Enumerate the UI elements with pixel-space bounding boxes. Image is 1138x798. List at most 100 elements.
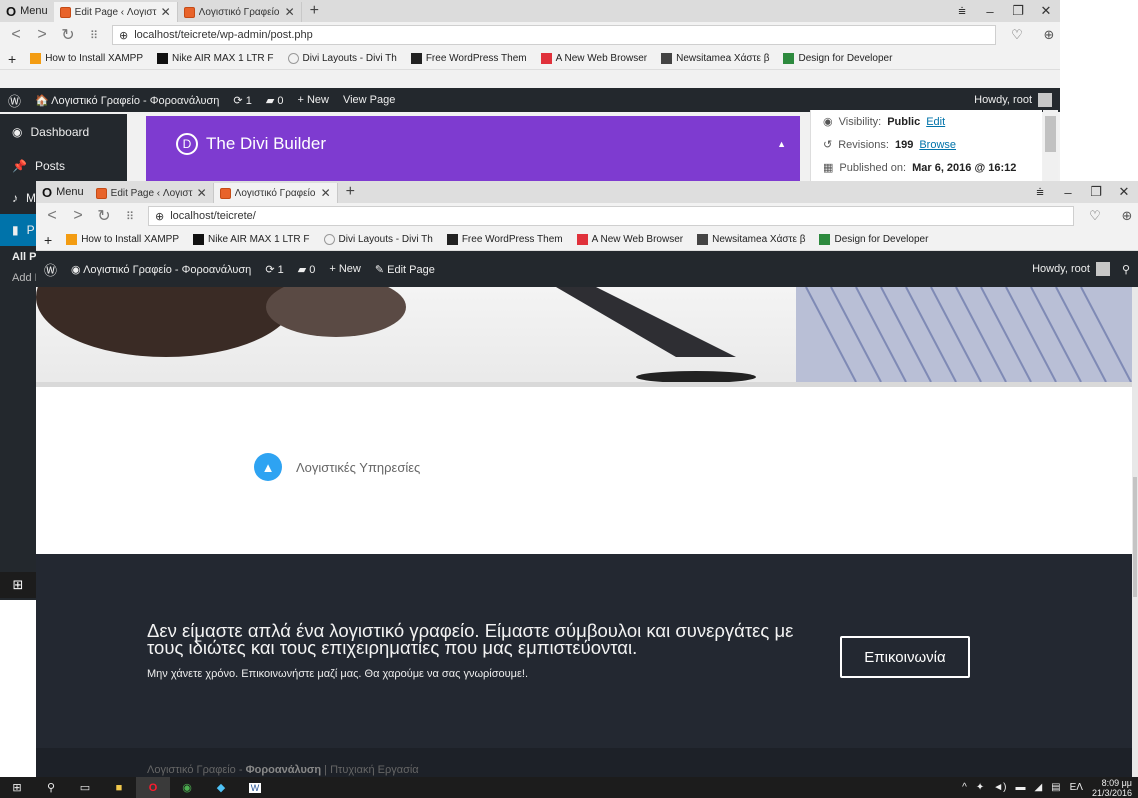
bookmark-icon	[819, 234, 831, 245]
wifi-icon[interactable]: ◢	[1034, 782, 1042, 793]
tab-title: Λογιστικό Γραφείο – Φορ…	[234, 187, 317, 199]
site-name-link[interactable]: ◉ Λογιστικό Γραφείο - Φοροανάλυση	[71, 263, 251, 276]
close-tab-icon[interactable]: ✕	[197, 186, 207, 200]
updates-link[interactable]: ⟳ 1	[233, 94, 251, 107]
divi-builder-header[interactable]: D The Divi Builder ▲	[146, 116, 800, 172]
clock[interactable]: 8:09 μμ 21/3/2016	[1092, 778, 1132, 798]
collapse-arrow-icon[interactable]: ▲	[777, 139, 786, 149]
comments-link[interactable]: ▰ 0	[266, 94, 284, 107]
forward-arrow-icon[interactable]: >	[70, 207, 86, 225]
opera-menu-button[interactable]: O Menu	[0, 0, 54, 22]
close-tab-icon[interactable]: ✕	[161, 5, 171, 19]
site-name-link[interactable]: 🏠 Λογιστικό Γραφείο - Φοροανάλυση	[35, 94, 219, 107]
add-bookmark-icon[interactable]: +	[8, 51, 16, 67]
back-arrow-icon[interactable]: <	[44, 207, 60, 225]
windows-logo-icon: ⊞	[12, 577, 24, 592]
tab-edit-page[interactable]: Edit Page ‹ Λογιστικό Γραφ… ✕	[90, 183, 214, 203]
url-field[interactable]: ⊕ localhost/teicrete/wp-admin/post.php	[112, 25, 996, 45]
tab-menu-icon[interactable]: ⩧	[948, 3, 976, 19]
word-icon: W	[248, 782, 262, 793]
chevron-up-icon[interactable]: ^	[962, 782, 967, 793]
close-tab-icon[interactable]: ✕	[285, 5, 295, 19]
bookmark-free-wordpress[interactable]: Free WordPress Them	[410, 53, 527, 64]
service-item[interactable]: ▲ Λογιστικές Υπηρεσίες	[254, 453, 420, 481]
editor-scrollbar[interactable]	[1043, 110, 1058, 186]
media-icon: ♪	[12, 191, 18, 205]
tab-menu-icon[interactable]: ⩧	[1026, 184, 1054, 200]
language-indicator[interactable]: ΕΛ	[1070, 782, 1083, 793]
heart-icon[interactable]: ♡	[1006, 27, 1028, 43]
close-tab-icon[interactable]: ✕	[321, 186, 331, 200]
bookmark-divi-layouts[interactable]: Divi Layouts - Divi Th	[323, 234, 433, 245]
notifications-icon[interactable]: ▤	[1051, 782, 1060, 793]
sidebar-item-dashboard[interactable]: ◉ Dashboard	[0, 114, 127, 150]
sidebar-item-posts[interactable]: 📌 Posts	[0, 150, 127, 182]
bookmark-design-devs[interactable]: Design for Developer	[819, 234, 928, 245]
reload-icon[interactable]: ↻	[96, 206, 112, 226]
task-view-button[interactable]: ▭	[68, 777, 102, 798]
chrome-taskbar-button[interactable]: ◉	[170, 777, 204, 798]
wordpress-logo-icon[interactable]: Ⓦ	[44, 260, 57, 279]
new-content-link[interactable]: + New	[329, 263, 361, 275]
url-field[interactable]: ⊕ localhost/teicrete/	[148, 206, 1074, 226]
download-icon[interactable]: ⊕	[1116, 208, 1138, 224]
restore-icon[interactable]: ❐	[1082, 184, 1110, 200]
contact-button[interactable]: Επικοινωνία	[840, 636, 970, 678]
add-bookmark-icon[interactable]: +	[44, 232, 52, 248]
search-button[interactable]: ⚲	[34, 777, 68, 798]
heart-icon[interactable]: ♡	[1084, 208, 1106, 224]
minimize-icon[interactable]: –	[1054, 185, 1082, 200]
updates-link[interactable]: ⟳ 1	[265, 263, 283, 276]
back-arrow-icon[interactable]: <	[8, 26, 24, 44]
opera-taskbar-button[interactable]: O	[136, 777, 170, 798]
bookmark-free-wordpress[interactable]: Free WordPress Them	[446, 234, 563, 245]
bookmark-nike[interactable]: Nike AIR MAX 1 LTR F	[193, 234, 310, 245]
speed-dial-icon[interactable]: ⠿	[86, 29, 102, 42]
network-icon[interactable]: ✦	[976, 782, 984, 793]
comments-link[interactable]: ▰ 0	[298, 263, 316, 276]
reload-icon[interactable]: ↻	[60, 25, 76, 45]
file-explorer-button[interactable]: ■	[102, 777, 136, 798]
bookmark-vivaldi[interactable]: A New Web Browser	[576, 234, 683, 245]
tab-site-home[interactable]: Λογιστικό Γραφείο – Φορ… ✕	[213, 183, 338, 203]
minimize-icon[interactable]: –	[976, 4, 1004, 19]
bookmark-newsitamea[interactable]: Newsitamea Χάστε β	[661, 53, 769, 64]
account-menu[interactable]: Howdy, root ⚲	[1032, 262, 1138, 276]
close-window-icon[interactable]: ✕	[1032, 3, 1060, 19]
speed-dial-icon[interactable]: ⠿	[122, 210, 138, 223]
new-content-link[interactable]: + New	[297, 94, 329, 106]
forward-arrow-icon[interactable]: >	[34, 26, 50, 44]
app-taskbar-button[interactable]: ◆	[204, 777, 238, 798]
battery-icon[interactable]: ▬	[1015, 782, 1025, 793]
browse-revisions-link[interactable]: Browse	[919, 139, 956, 151]
new-tab-button[interactable]: +	[338, 183, 363, 201]
restore-icon[interactable]: ❐	[1004, 3, 1032, 19]
close-window-icon[interactable]: ✕	[1110, 184, 1138, 200]
opera-menu-button[interactable]: O Menu	[36, 181, 90, 203]
opera-logo-icon: O	[6, 3, 17, 19]
edit-visibility-link[interactable]: Edit	[926, 116, 945, 128]
bookmark-design-devs[interactable]: Design for Developer	[783, 53, 892, 64]
bookmark-nike[interactable]: Nike AIR MAX 1 LTR F	[157, 53, 274, 64]
start-button[interactable]: ⊞	[0, 777, 34, 798]
bookmark-vivaldi[interactable]: A New Web Browser	[540, 53, 647, 64]
download-icon[interactable]: ⊕	[1038, 27, 1060, 43]
scrollbar-thumb[interactable]	[1133, 477, 1137, 597]
view-page-link[interactable]: View Page	[343, 94, 395, 106]
windows-start-button[interactable]: ⊞	[0, 572, 36, 598]
bookmark-divi-layouts[interactable]: Divi Layouts - Divi Th	[287, 53, 397, 64]
tab-site-home[interactable]: Λογιστικό Γραφείο – Φορ… ✕	[178, 2, 302, 22]
page-scrollbar[interactable]	[1132, 287, 1138, 777]
search-icon[interactable]: ⚲	[1122, 263, 1130, 276]
wordpress-logo-icon[interactable]: Ⓦ	[8, 91, 21, 110]
bookmark-xampp[interactable]: How to Install XAMPP	[30, 53, 143, 64]
account-menu[interactable]: Howdy, root	[974, 93, 1060, 107]
edit-page-link[interactable]: ✎ Edit Page	[375, 263, 435, 276]
scrollbar-thumb[interactable]	[1045, 116, 1056, 152]
word-taskbar-button[interactable]: W	[238, 777, 272, 798]
tab-edit-page[interactable]: Edit Page ‹ Λογιστικό Γραφ… ✕	[53, 2, 178, 22]
volume-icon[interactable]: ◄)	[993, 782, 1006, 793]
bookmark-newsitamea[interactable]: Newsitamea Χάστε β	[697, 234, 805, 245]
bookmark-xampp[interactable]: How to Install XAMPP	[66, 234, 179, 245]
new-tab-button[interactable]: +	[302, 2, 327, 20]
